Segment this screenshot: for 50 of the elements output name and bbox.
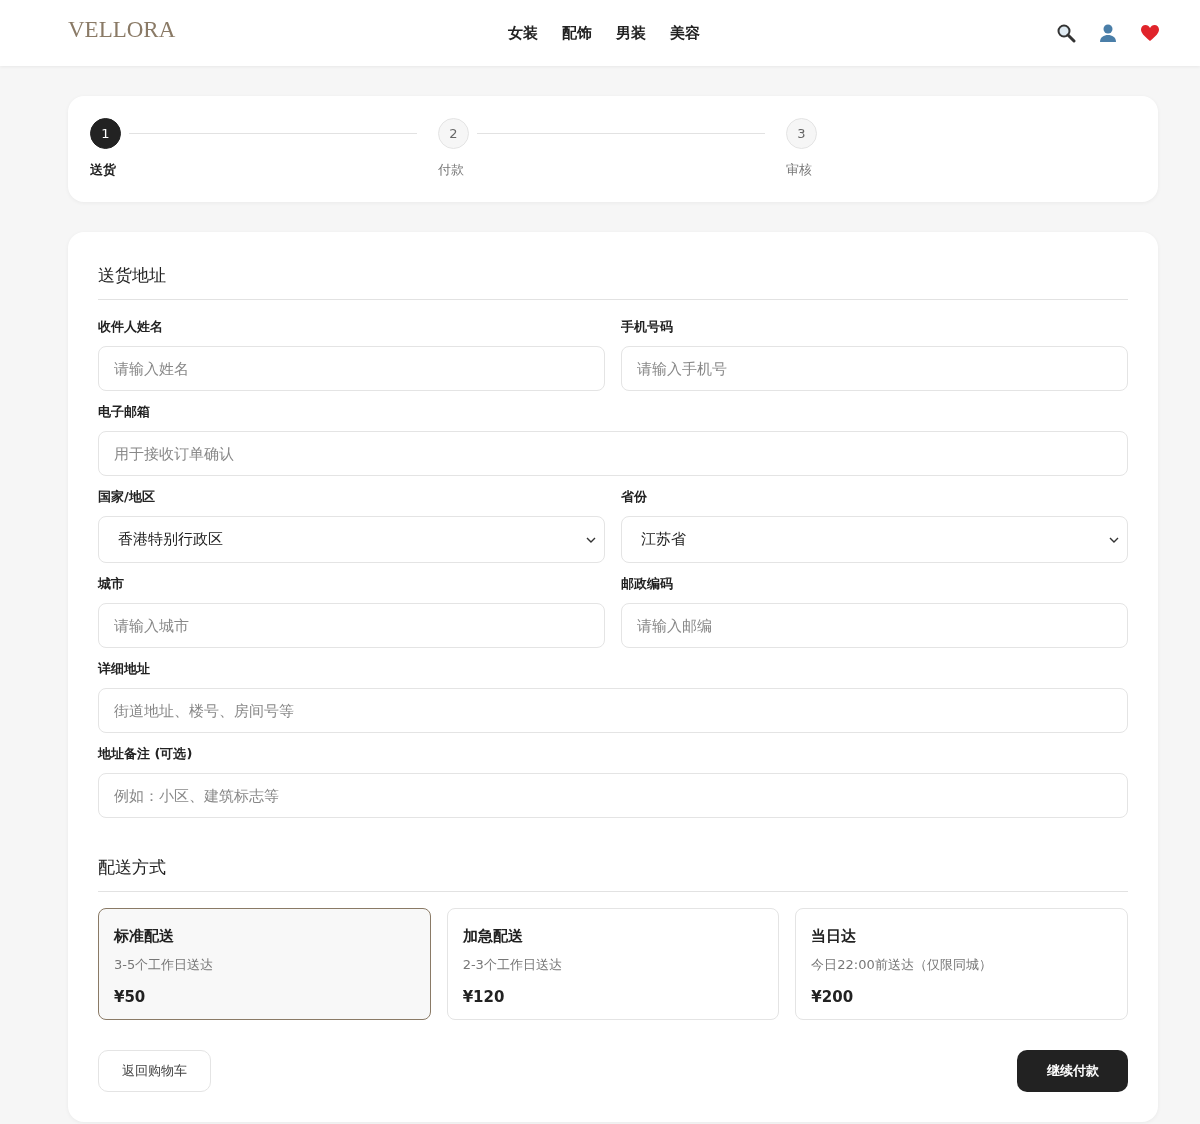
select-field[interactable]: 香港特别行政区 xyxy=(98,516,605,563)
option-price: ¥200 xyxy=(811,988,855,1006)
field-label: 城市 xyxy=(98,575,125,593)
step-label: 付款 xyxy=(438,161,465,179)
field-label: 手机号码 xyxy=(621,318,674,336)
step-number[interactable]: 1 xyxy=(90,118,121,149)
input-field[interactable]: 请输入邮编 xyxy=(621,603,1128,648)
field-label: 详细地址 xyxy=(98,660,151,678)
option-description: 2-3个工作日送达 xyxy=(462,956,563,974)
option-name: 当日达 xyxy=(811,927,858,946)
input-field[interactable]: 请输入手机号 xyxy=(621,346,1128,391)
input-field[interactable]: 请输入姓名 xyxy=(98,346,605,391)
heart-icon[interactable] xyxy=(1140,24,1160,42)
input-field[interactable]: 请输入城市 xyxy=(98,603,605,648)
nav-link[interactable]: 女装 xyxy=(508,23,538,43)
shipping-option[interactable]: 标准配送 3-5个工作日送达 ¥50 xyxy=(98,908,431,1020)
shipping-option[interactable]: 当日达 今日22:00前送达（仅限同城） ¥200 xyxy=(795,908,1128,1020)
step-label: 送货 xyxy=(90,161,117,179)
field-label: 省份 xyxy=(621,488,648,506)
select-field[interactable]: 江苏省 xyxy=(621,516,1128,563)
user-icon[interactable] xyxy=(1098,23,1118,43)
field-label: 电子邮箱 xyxy=(98,403,151,421)
field-label: 国家/地区 xyxy=(98,488,156,506)
input-field[interactable]: 用于接收订单确认 xyxy=(98,431,1128,476)
section-title: 送货地址 xyxy=(98,264,1128,300)
option-description: 今日22:00前送达（仅限同城） xyxy=(811,956,993,974)
step-number[interactable]: 2 xyxy=(438,118,469,149)
option-name: 加急配送 xyxy=(462,927,524,946)
nav-link[interactable]: 配饰 xyxy=(562,23,592,43)
logo[interactable]: VELLORA xyxy=(68,17,448,43)
step-label: 审核 xyxy=(786,161,813,179)
option-name: 标准配送 xyxy=(114,927,175,946)
field-label: 邮政编码 xyxy=(621,575,674,593)
input-field[interactable]: 街道地址、楼号、房间号等 xyxy=(98,688,1128,733)
continue-button[interactable]: 继续付款 xyxy=(1017,1050,1128,1092)
input-field[interactable]: 例如：小区、建筑标志等 xyxy=(98,773,1128,818)
field-label: 收件人姓名 xyxy=(98,318,164,336)
chevron-down-icon xyxy=(586,536,596,543)
shipping-option[interactable]: 加急配送 2-3个工作日送达 ¥120 xyxy=(446,908,780,1020)
option-price: ¥120 xyxy=(462,988,506,1006)
search-icon[interactable] xyxy=(1056,23,1076,43)
nav-link[interactable]: 男装 xyxy=(616,23,646,43)
option-price: ¥50 xyxy=(114,988,147,1006)
step-number[interactable]: 3 xyxy=(786,118,817,149)
field-label: 地址备注 (可选) xyxy=(98,745,194,763)
back-button[interactable]: 返回购物车 xyxy=(98,1050,211,1092)
chevron-down-icon xyxy=(1109,536,1119,543)
section-title: 配送方式 xyxy=(98,856,1128,892)
option-description: 3-5个工作日送达 xyxy=(114,956,215,974)
nav-link[interactable]: 美容 xyxy=(670,23,700,43)
